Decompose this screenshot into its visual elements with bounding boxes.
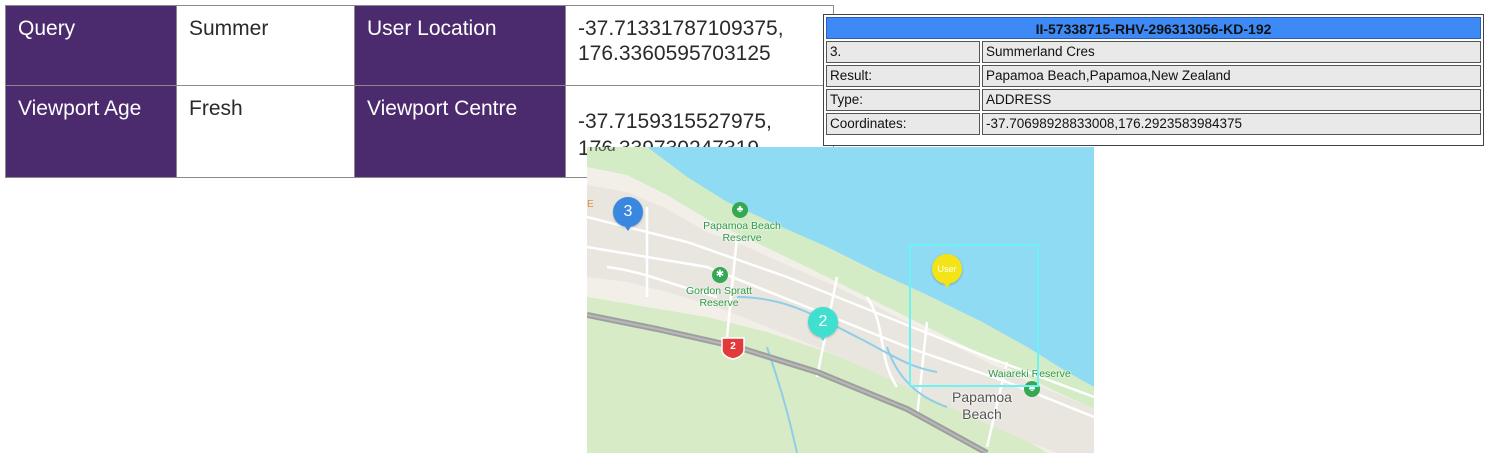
user-location-pin[interactable]: User — [932, 254, 962, 288]
viewport-rectangle — [909, 244, 1039, 387]
coordinates-label: Coordinates: — [826, 113, 980, 135]
result-label: Result: — [826, 65, 980, 87]
type-label: Type: — [826, 89, 980, 111]
result-pin-2[interactable]: 2 — [808, 307, 838, 341]
coordinates-value: -37.70698928833008,176.2923583984375 — [982, 113, 1481, 135]
park-tree-icon: ♣ — [732, 202, 748, 218]
page: Query Summer User Location -37.713317871… — [0, 0, 1487, 458]
result-grid: 3. Summerland Cres Result: Papamoa Beach… — [826, 41, 1481, 135]
viewport-centre-label: Viewport Centre — [354, 85, 566, 178]
result-id-header: II-57338715-RHV-296313056-KD-192 — [826, 17, 1481, 39]
user-location-value: -37.71331787109375, 176.3360595703125 — [565, 5, 834, 86]
query-label: Query — [5, 5, 177, 86]
user-location-label: User Location — [354, 5, 566, 86]
query-value: Summer — [176, 5, 355, 86]
viewport-age-label: Viewport Age — [5, 85, 177, 178]
map-view[interactable]: nod E ♣ Papamoa Beach Reserve ✱ Gordon S… — [587, 147, 1094, 453]
result-name-value: Summerland Cres — [982, 41, 1481, 63]
highway-number: 2 — [730, 341, 736, 352]
map-cut-label-top: nod — [589, 147, 616, 155]
result-value: Papamoa Beach,Papamoa,New Zealand — [982, 65, 1481, 87]
result-rank-label: 3. — [826, 41, 980, 63]
papamoa-beach-reserve-label: Papamoa Beach Reserve — [703, 220, 781, 244]
type-value: ADDRESS — [982, 89, 1481, 111]
gordon-spratt-reserve-label: Gordon Spratt Reserve — [686, 285, 752, 309]
result-panel: II-57338715-RHV-296313056-KD-192 3. Summ… — [823, 14, 1484, 146]
result-pin-3[interactable]: 3 — [613, 197, 643, 231]
map-cut-label-left: E — [587, 199, 594, 210]
park-runner-icon: ✱ — [712, 267, 728, 283]
papamoa-beach-town-label: Papamoa Beach — [952, 389, 1012, 422]
table-row: Query Summer User Location -37.713317871… — [5, 5, 834, 86]
viewport-age-value: Fresh — [176, 85, 355, 178]
